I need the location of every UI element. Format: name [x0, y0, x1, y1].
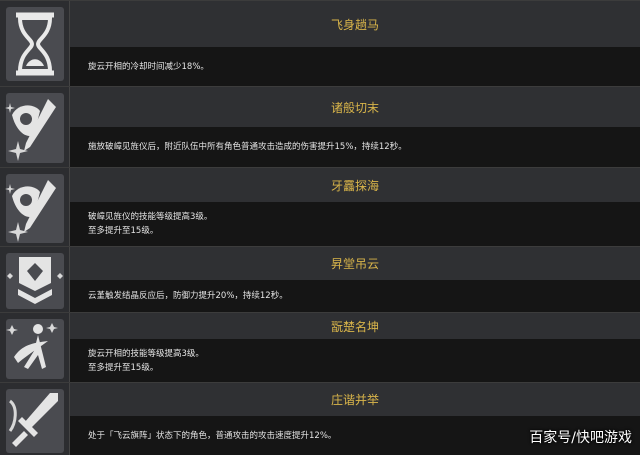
talent-row: 飞身趟马 旋云开相的冷却时间减少18%。 — [0, 0, 640, 86]
talent-row: 诸般切末 施放破嶂见旌仪后，附近队伍中所有角色普通攻击造成的伤害提升15%，持续… — [0, 86, 640, 167]
talent-name: 飞身趟马 — [70, 1, 640, 48]
talent-description: 破嶂见旌仪的技能等级提高3级。 至多提升至15级。 — [70, 202, 640, 246]
talent-description: 施放破嶂见旌仪后，附近队伍中所有角色普通攻击造成的伤害提升15%，持续12秒。 — [70, 127, 640, 167]
talent-icon-cell — [0, 87, 70, 167]
dancer-icon — [6, 319, 64, 379]
talent-row: 昇堂吊云 云堇触发结晶反应后，防御力提升20%，持续12秒。 — [0, 246, 640, 312]
talent-name: 庄谐并举 — [70, 383, 640, 417]
talent-description-line: 至多提升至15级。 — [88, 362, 159, 373]
talent-description: 旋云开相的冷却时间减少18%。 — [70, 47, 640, 86]
talent-description-line: 破嶂见旌仪的技能等级提高3级。 — [88, 212, 213, 222]
talent-name: 昇堂吊云 — [70, 247, 640, 281]
talent-description: 旋云开相的技能等级提高3级。 至多提升至15级。 — [70, 339, 640, 382]
talent-description-line: 旋云开相的冷却时间减少18%。 — [88, 61, 209, 72]
talent-description: 云堇触发结晶反应后，防御力提升20%，持续12秒。 — [70, 280, 640, 312]
sword-icon — [6, 389, 64, 453]
watermark: 百家号/快吧游戏 — [529, 430, 632, 446]
talent-icon-cell — [0, 168, 70, 246]
talent-name: 诸般切末 — [70, 87, 640, 128]
talent-icon-cell — [0, 1, 70, 86]
shield-rank-icon — [6, 253, 64, 309]
talent-icon-cell — [0, 247, 70, 312]
talent-icon-cell — [0, 383, 70, 455]
talent-icon-cell — [0, 313, 70, 382]
talent-name: 牙靐探海 — [70, 168, 640, 203]
talent-description-line: 云堇触发结晶反应后，防御力提升20%，持续12秒。 — [88, 291, 288, 301]
talent-description-line: 施放破嶂见旌仪后，附近队伍中所有角色普通攻击造成的伤害提升15%，持续12秒。 — [88, 142, 407, 152]
talent-row: 翫楚名坤 旋云开相的技能等级提高3级。 至多提升至15级。 — [0, 312, 640, 382]
talent-description-line: 旋云开相的技能等级提高3级。 — [88, 348, 204, 359]
fan-spear-icon — [5, 174, 64, 243]
constellation-list: 飞身趟马 旋云开相的冷却时间减少18%。 诸般切末 施放破嶂见旌仪后，附近队伍中… — [0, 0, 640, 455]
fan-spear-icon — [5, 93, 64, 163]
talent-row: 牙靐探海 破嶂见旌仪的技能等级提高3级。 至多提升至15级。 — [0, 167, 640, 246]
talent-description-line: 至多提升至15级。 — [88, 226, 159, 236]
talent-name: 翫楚名坤 — [70, 313, 640, 340]
hourglass-icon — [6, 7, 64, 81]
